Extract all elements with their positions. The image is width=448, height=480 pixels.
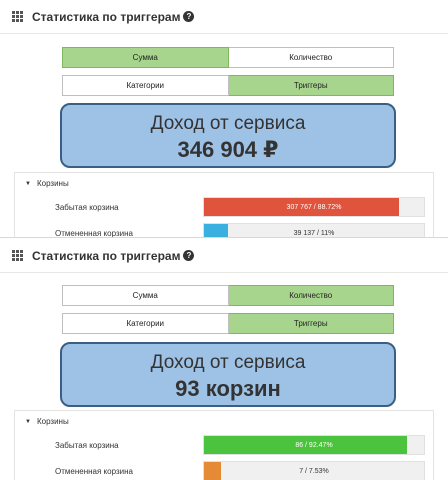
help-icon[interactable]: ? [183,250,195,261]
carts-section-header[interactable]: ▼ Корзины [15,411,433,432]
income-value: 346 904 ₽ [177,137,279,162]
grid-icon [12,250,23,261]
triggers-button[interactable]: Триггеры [228,75,394,96]
trigger-stats-panel-sum: Статистика по триггерам ? Сумма Количест… [0,0,448,238]
progress-bar: 7 / 7.53% [203,461,425,480]
progress-bar-text: 86 / 92.47% [295,441,333,449]
cart-row-label: Забытая корзина [55,440,119,450]
group-toggle: Категории Триггеры [62,313,394,334]
carts-section-title: Корзины [36,179,69,188]
panel-title: Статистика по триггерам [32,248,181,263]
count-button[interactable]: Количество [228,285,394,306]
carts-section-header[interactable]: ▼ Корзины [15,173,433,194]
carts-section-title: Корзины [36,417,69,426]
progress-bar-text: 39 137 / 11% [293,229,335,237]
help-icon[interactable]: ? [183,11,195,22]
triggers-button[interactable]: Триггеры [228,313,394,334]
progress-bar-text: 307 767 / 88.72% [286,203,342,211]
income-title: Доход от сервиса [150,113,306,134]
cart-row-label: Забытая корзина [55,202,119,212]
count-button[interactable]: Количество [228,47,394,68]
caret-down-icon: ▼ [25,180,31,187]
progress-bar-text: 7 / 7.53% [299,467,329,475]
panel-title: Статистика по триггерам [32,9,181,24]
progress-bar: 86 / 92.47% [203,435,425,455]
categories-button[interactable]: Категории [62,313,229,334]
cart-row-cancelled: Отмененная корзина 39 137 / 11% [15,220,433,238]
panel-header: Статистика по триггерам ? [0,0,448,34]
grid-icon [12,11,23,22]
income-title: Доход от сервиса [150,352,306,373]
income-box: Доход от сервиса 346 904 ₽ [60,103,396,168]
cart-row-forgotten: Забытая корзина 307 767 / 88.72% [15,194,433,220]
panel-header: Статистика по триггерам ? [0,239,448,273]
cart-row-label: Отмененная корзина [55,228,133,238]
carts-section: ▼ Корзины Забытая корзина 307 767 / 88.7… [14,172,434,238]
mode-toggle: Сумма Количество [62,285,394,306]
sum-button[interactable]: Сумма [62,47,229,68]
cart-row-forgotten: Забытая корзина 86 / 92.47% [15,432,433,458]
income-value: 93 корзин [175,376,281,401]
carts-section: ▼ Корзины Забытая корзина 86 / 92.47% От… [14,410,434,480]
trigger-stats-panel-count: Статистика по триггерам ? Сумма Количест… [0,239,448,480]
caret-down-icon: ▼ [25,418,31,425]
cart-row-cancelled: Отмененная корзина 7 / 7.53% [15,458,433,480]
group-toggle: Категории Триггеры [62,75,394,96]
income-box: Доход от сервиса 93 корзин [60,342,396,407]
cart-row-label: Отмененная корзина [55,466,133,476]
progress-bar: 39 137 / 11% [203,223,425,237]
progress-bar: 307 767 / 88.72% [203,197,425,217]
categories-button[interactable]: Категории [62,75,229,96]
mode-toggle: Сумма Количество [62,47,394,68]
sum-button[interactable]: Сумма [62,285,229,306]
